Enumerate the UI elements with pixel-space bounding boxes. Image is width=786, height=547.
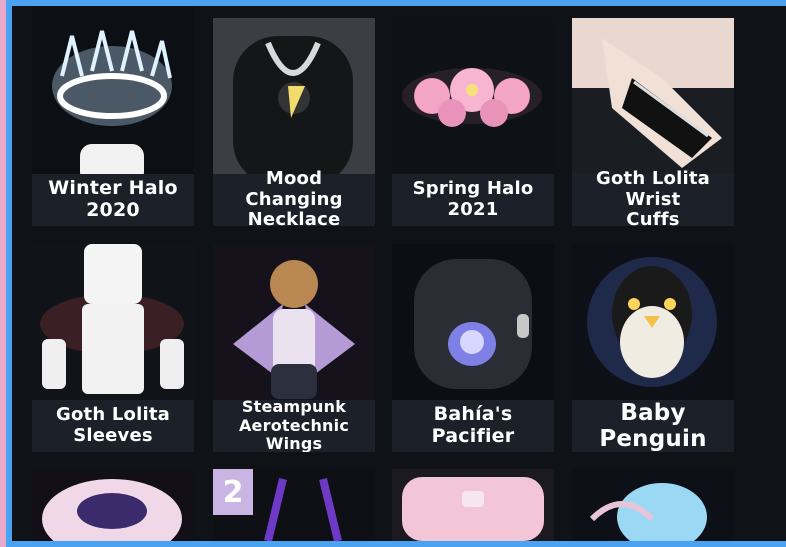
item-card-spring-halo[interactable]: Spring Halo 2021 [392,18,554,226]
item-card-row3-4[interactable] [572,469,734,541]
item-label: Mood Changing Necklace [213,168,375,226]
item-card-bahias-pacifier[interactable]: Bahía's Pacifier [392,244,554,452]
bow-accessory-icon [402,477,544,541]
hair-accessory-icon [589,483,707,541]
item-card-baby-penguin[interactable]: Baby Penguin [572,244,734,452]
dress-collar-icon [42,479,182,541]
item-card-row3-3[interactable] [392,469,554,541]
item-card-winter-halo[interactable]: Winter Halo 2020 [32,6,194,226]
item-thumbnail [572,469,734,541]
inventory-panel: Winter Halo 2020 Mood Changing Necklace [12,6,786,541]
left-edge-stripe [0,0,6,547]
item-label: Baby Penguin [572,400,734,452]
item-label: Bahía's Pacifier [392,400,554,452]
item-card-row3-2[interactable]: 2 [213,469,375,541]
item-card-steampunk-wings[interactable]: Steampunk Aerotechnic Wings [213,244,375,452]
quantity-badge: 2 [213,469,253,515]
item-label: Goth Lolita Sleeves [32,400,194,452]
item-label: Winter Halo 2020 [32,174,194,226]
item-thumbnail [32,469,194,541]
item-card-goth-lolita-sleeves[interactable]: Goth Lolita Sleeves [32,244,194,452]
item-label: Spring Halo 2021 [392,174,554,226]
item-label: Goth Lolita Wrist Cuffs [572,168,734,226]
item-card-mood-necklace[interactable]: Mood Changing Necklace [213,18,375,226]
item-card-row3-1[interactable] [32,469,194,541]
item-thumbnail [392,469,554,541]
item-card-goth-lolita-cuffs[interactable]: Goth Lolita Wrist Cuffs [572,18,734,226]
item-label: Steampunk Aerotechnic Wings [213,398,375,452]
